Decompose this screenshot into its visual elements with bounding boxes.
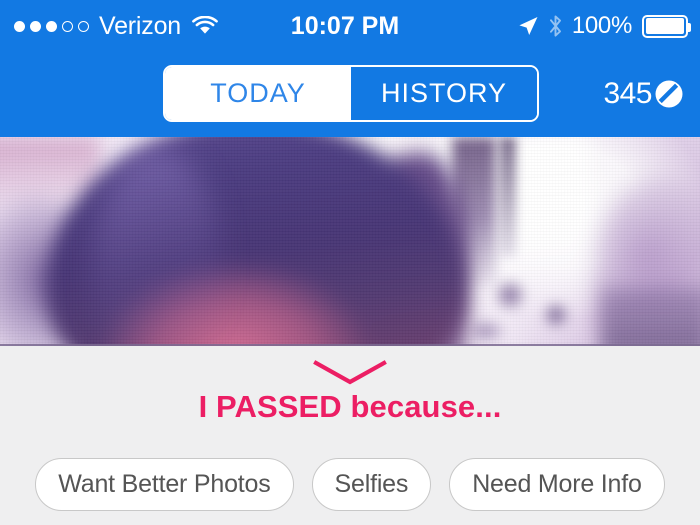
chevron-down-icon[interactable] (0, 360, 700, 386)
bluetooth-icon (548, 14, 563, 38)
app-screen: Verizon 10:07 PM 100% TODAY HISTORY 345 … (0, 0, 700, 525)
carrier-label: Verizon (99, 11, 181, 40)
reason-chip-list: Want Better Photos Selfies Need More Inf… (0, 458, 700, 511)
battery-full-icon (642, 14, 691, 38)
reason-chip-want-better-photos[interactable]: Want Better Photos (35, 458, 294, 511)
pass-counter[interactable]: 345 (603, 65, 684, 122)
signal-dots-icon (14, 20, 89, 32)
reason-chip-selfies[interactable]: Selfies (311, 458, 432, 511)
reason-chip-need-more-info[interactable]: Need More Info (449, 458, 665, 511)
tab-today[interactable]: TODAY (165, 67, 351, 120)
wifi-icon (192, 15, 218, 36)
profile-photo[interactable] (0, 137, 700, 346)
pass-count-label: 345 (603, 76, 652, 110)
tab-history[interactable]: HISTORY (351, 67, 537, 120)
status-bar-right: 100% (517, 0, 691, 52)
pass-slash-circle-icon (654, 79, 684, 109)
prompt-text: I PASSED because... (198, 389, 502, 424)
clock-label: 10:07 PM (290, 11, 400, 40)
reason-panel: I PASSED because... Want Better Photos S… (0, 346, 700, 525)
location-arrow-icon (517, 15, 539, 37)
segmented-control[interactable]: TODAY HISTORY (163, 65, 539, 122)
nav-bar: TODAY HISTORY 345 (0, 52, 700, 137)
status-bar: Verizon 10:07 PM 100% (0, 0, 700, 52)
status-bar-left: Verizon (14, 0, 218, 52)
battery-percent-label: 100% (571, 12, 632, 39)
photo-grain (0, 137, 700, 346)
